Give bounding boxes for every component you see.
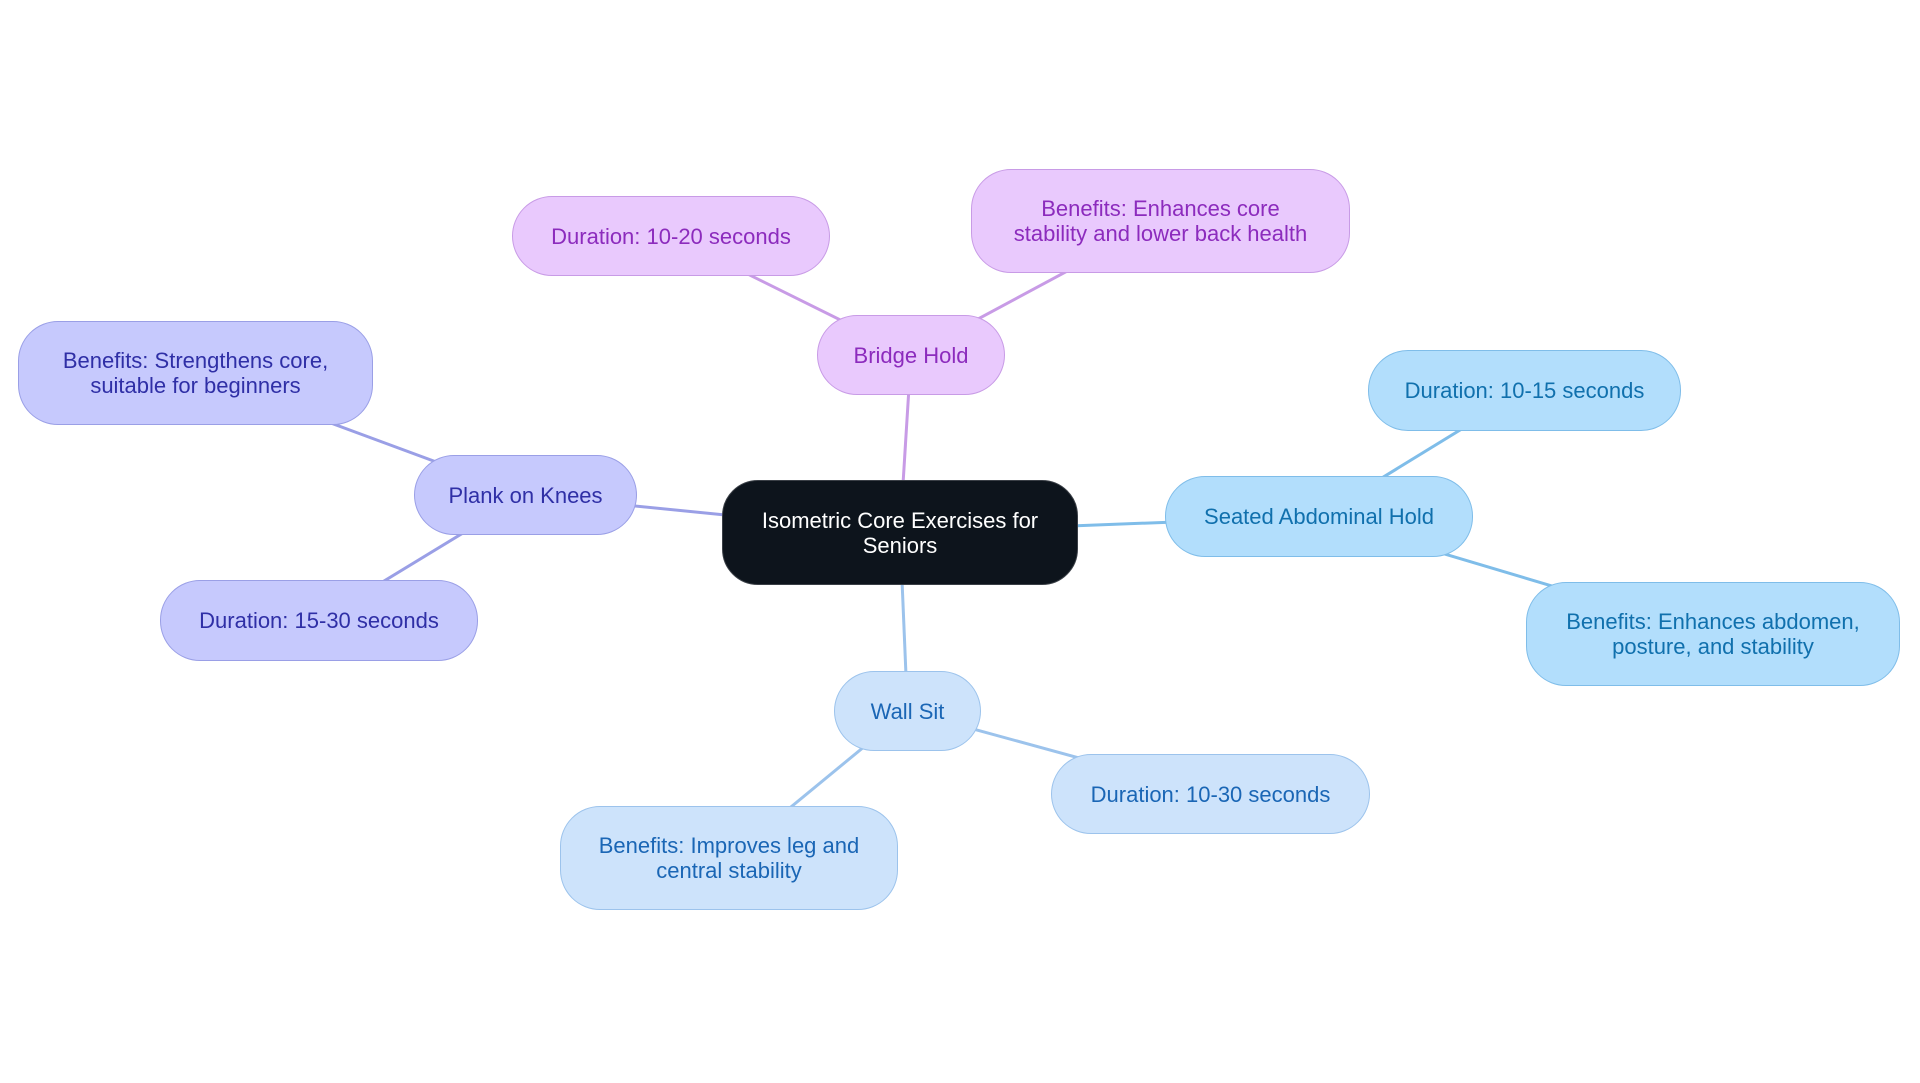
leaf-node-label: Duration: 10-20 seconds <box>551 223 791 249</box>
root-node-label: Isometric Core Exercises for Seniors <box>761 507 1039 558</box>
root-node[interactable]: Isometric Core Exercises for Seniors <box>722 480 1078 585</box>
branch-node-wall-sit[interactable]: Wall Sit <box>834 671 981 751</box>
leaf-node-label: Benefits: Improves leg and central stabi… <box>598 833 860 883</box>
leaf-node-seated-duration[interactable]: Duration: 10-15 seconds <box>1368 350 1681 431</box>
mindmap-canvas: Isometric Core Exercises for Seniors Bri… <box>0 0 1920 1083</box>
branch-node-label: Plank on Knees <box>448 482 603 508</box>
leaf-node-bridge-benefits[interactable]: Benefits: Enhances core stability and lo… <box>971 169 1350 273</box>
leaf-node-label: Duration: 10-30 seconds <box>1090 781 1331 807</box>
leaf-node-bridge-duration[interactable]: Duration: 10-20 seconds <box>512 196 830 276</box>
leaf-node-wall-duration[interactable]: Duration: 10-30 seconds <box>1051 754 1370 834</box>
branch-node-label: Wall Sit <box>870 698 945 724</box>
leaf-node-label: Benefits: Enhances abdomen, posture, and… <box>1566 609 1860 659</box>
leaf-node-label: Benefits: Strengthens core, suitable for… <box>62 348 329 398</box>
leaf-node-plank-benefits[interactable]: Benefits: Strengthens core, suitable for… <box>18 321 373 425</box>
branch-node-bridge-hold[interactable]: Bridge Hold <box>817 315 1005 395</box>
branch-node-seated-abdominal-hold[interactable]: Seated Abdominal Hold <box>1165 476 1473 557</box>
leaf-node-plank-duration[interactable]: Duration: 15-30 seconds <box>160 580 478 661</box>
branch-node-label: Bridge Hold <box>853 342 969 368</box>
leaf-node-label: Benefits: Enhances core stability and lo… <box>1013 196 1308 246</box>
leaf-node-seated-benefits[interactable]: Benefits: Enhances abdomen, posture, and… <box>1526 582 1900 686</box>
leaf-node-label: Duration: 15-30 seconds <box>199 608 439 633</box>
branch-node-plank-on-knees[interactable]: Plank on Knees <box>414 455 637 535</box>
leaf-node-label: Duration: 10-15 seconds <box>1404 378 1645 403</box>
branch-node-label: Seated Abdominal Hold <box>1204 504 1434 529</box>
leaf-node-wall-benefits[interactable]: Benefits: Improves leg and central stabi… <box>560 806 898 910</box>
